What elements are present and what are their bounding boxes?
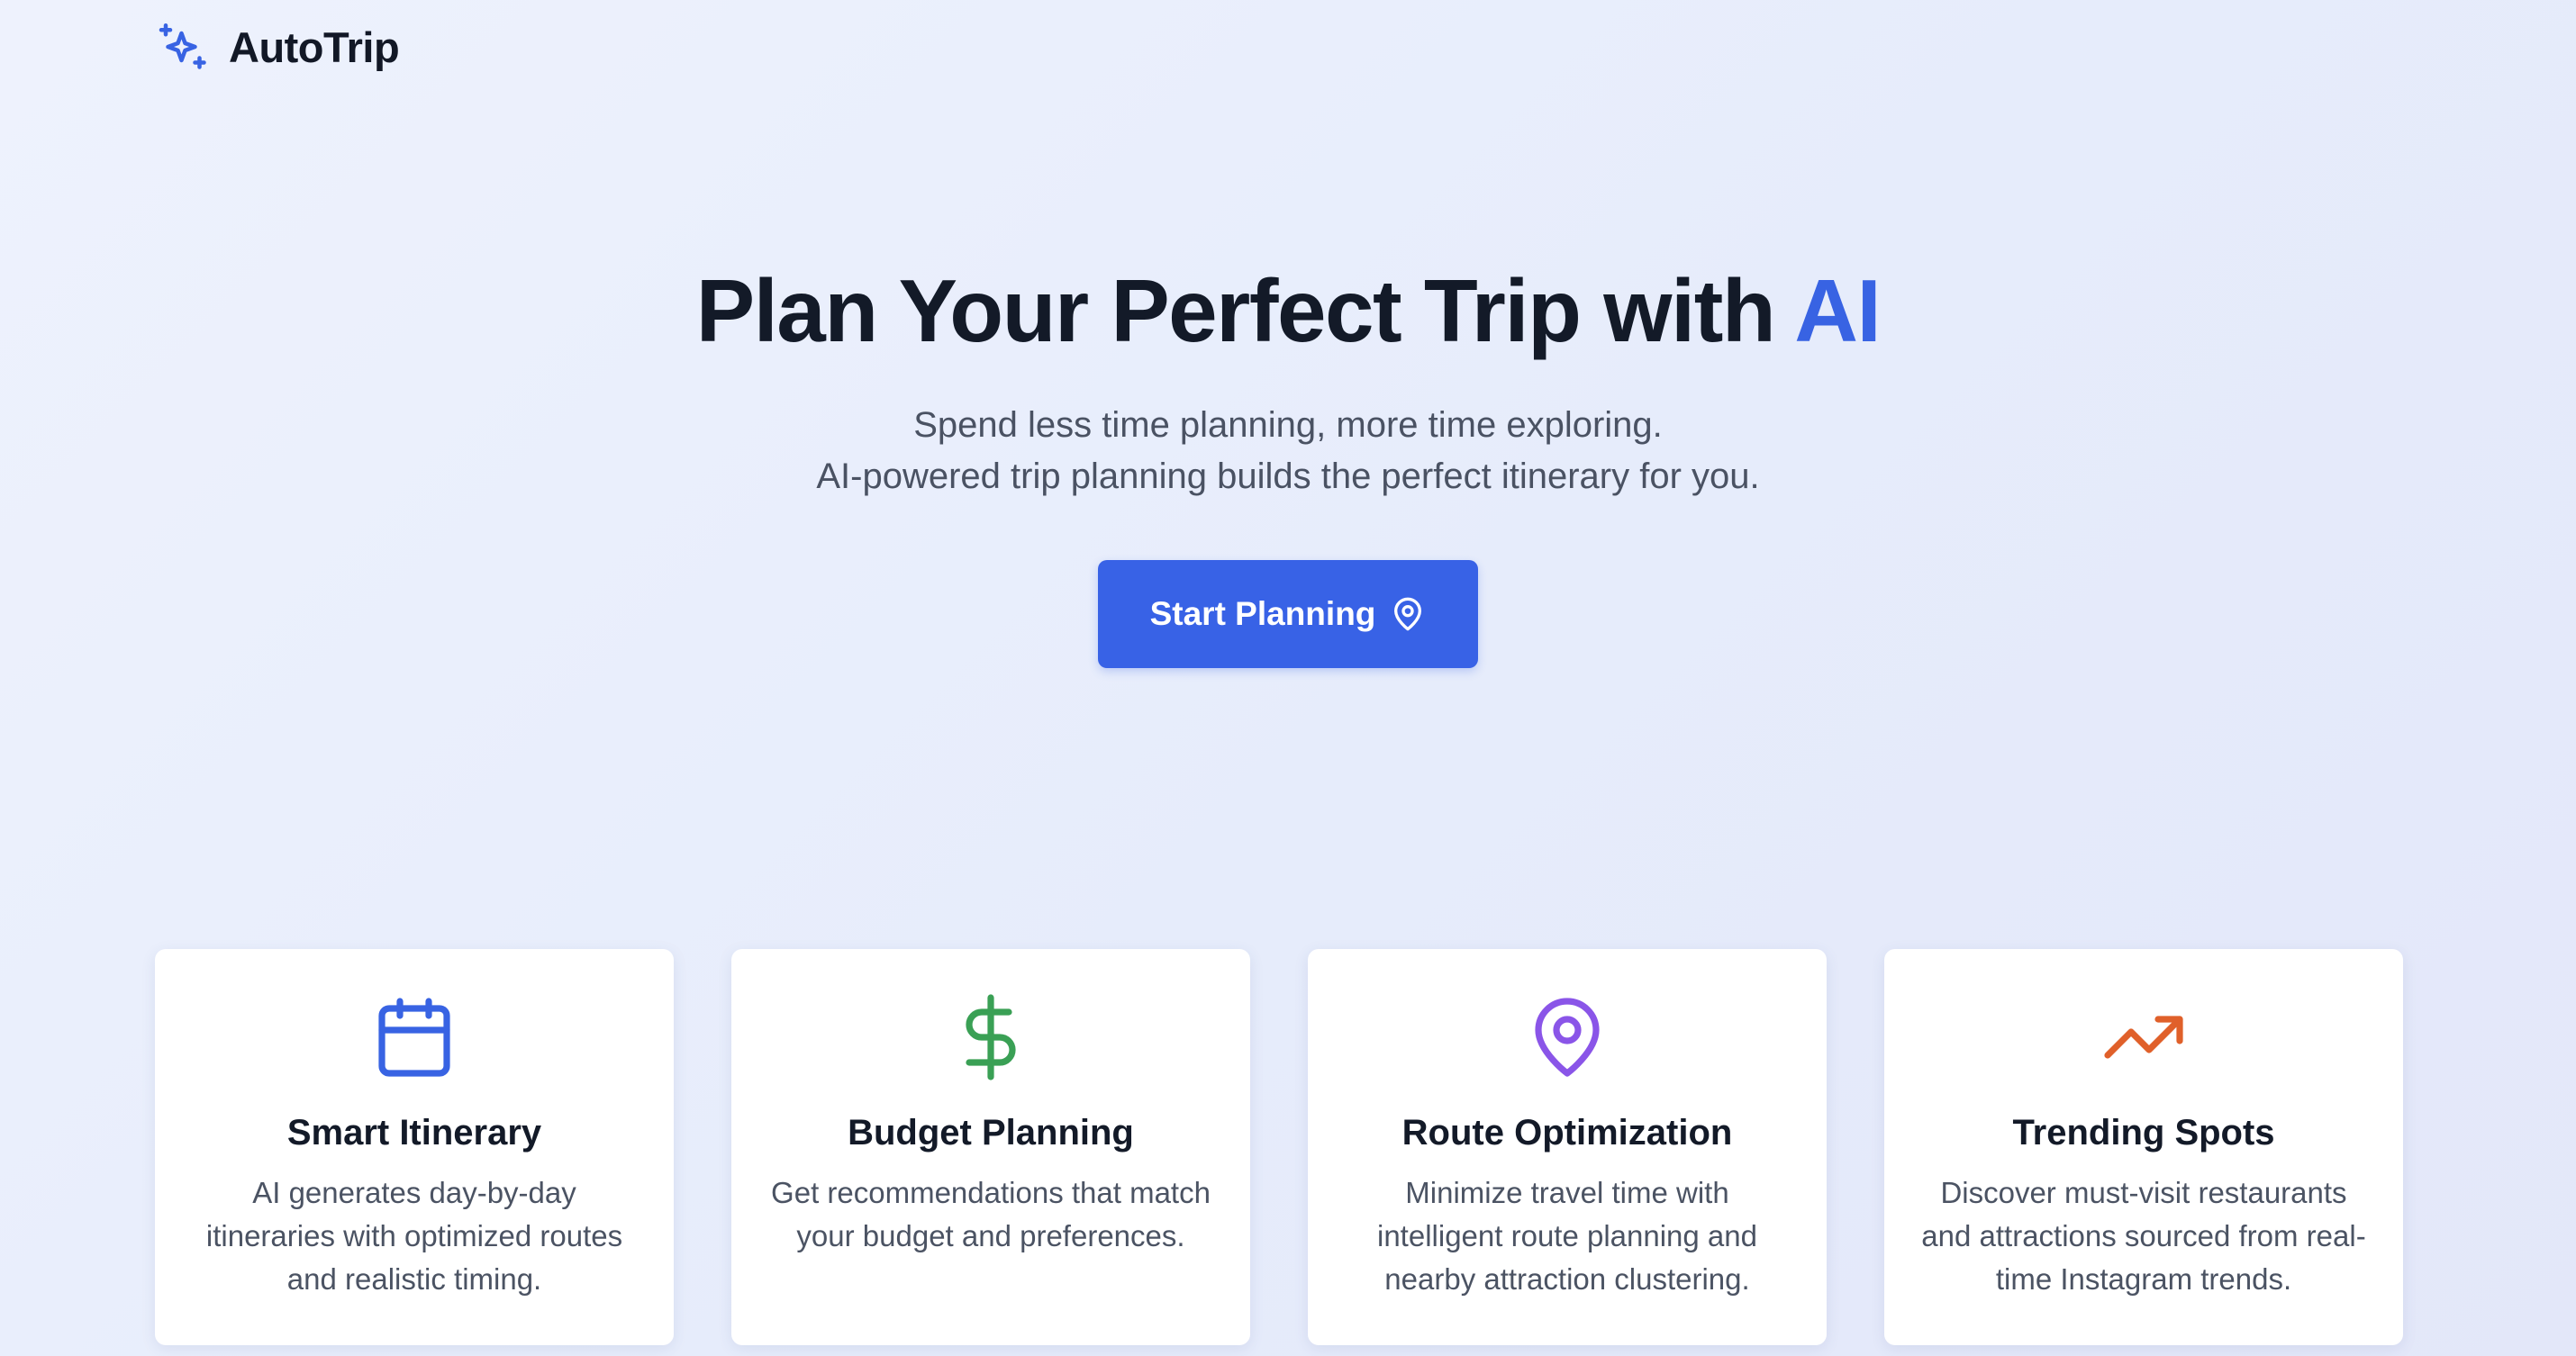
- features-section: Smart Itinerary AI generates day-by-day …: [155, 949, 2403, 1345]
- feature-card-budget-planning: Budget Planning Get recommendations that…: [731, 949, 1250, 1345]
- feature-card-smart-itinerary: Smart Itinerary AI generates day-by-day …: [155, 949, 674, 1345]
- start-planning-label: Start Planning: [1149, 595, 1376, 632]
- dollar-icon: [966, 994, 1016, 1080]
- brand-name[interactable]: AutoTrip: [229, 23, 400, 72]
- hero-subtitle-line-1: Spend less time planning, more time expl…: [913, 405, 1663, 445]
- hero-subtitle: Spend less time planning, more time expl…: [816, 400, 1759, 502]
- feature-card-trending-spots: Trending Spots Discover must-visit resta…: [1884, 949, 2403, 1345]
- feature-description: Minimize travel time with intelligent ro…: [1377, 1176, 1757, 1296]
- sparkles-icon: [159, 23, 206, 69]
- feature-title: Route Optimization: [1401, 1113, 1733, 1153]
- hero-subtitle-line-2: AI-powered trip planning builds the perf…: [816, 457, 1760, 496]
- feature-title: Smart Itinerary: [286, 1113, 542, 1153]
- map-pin-icon: [1535, 998, 1600, 1077]
- top-nav: AutoTrip: [157, 20, 400, 74]
- feature-description: Discover must-visit restaurants and attr…: [1921, 1176, 2366, 1296]
- calendar-icon: [378, 998, 450, 1077]
- hero-section: Plan Your Perfect Trip with AI Spend les…: [0, 252, 2576, 668]
- hero-title-main: Plan Your Perfect Trip with: [695, 261, 1795, 360]
- hero-title: Plan Your Perfect Trip with AI: [695, 252, 1882, 369]
- feature-description: Get recommendations that match your budg…: [771, 1176, 1211, 1252]
- map-pin-icon: [1394, 597, 1422, 631]
- start-planning-button[interactable]: Start Planning: [1098, 560, 1478, 668]
- hero-title-accent: AI: [1794, 261, 1882, 360]
- feature-title: Budget Planning: [848, 1113, 1134, 1153]
- feature-description: AI generates day-by-day itineraries with…: [205, 1176, 623, 1296]
- feature-title: Trending Spots: [2012, 1113, 2275, 1153]
- feature-card-route-optimization: Route Optimization Minimize travel time …: [1308, 949, 1827, 1345]
- trending-up-icon: [2104, 1016, 2183, 1059]
